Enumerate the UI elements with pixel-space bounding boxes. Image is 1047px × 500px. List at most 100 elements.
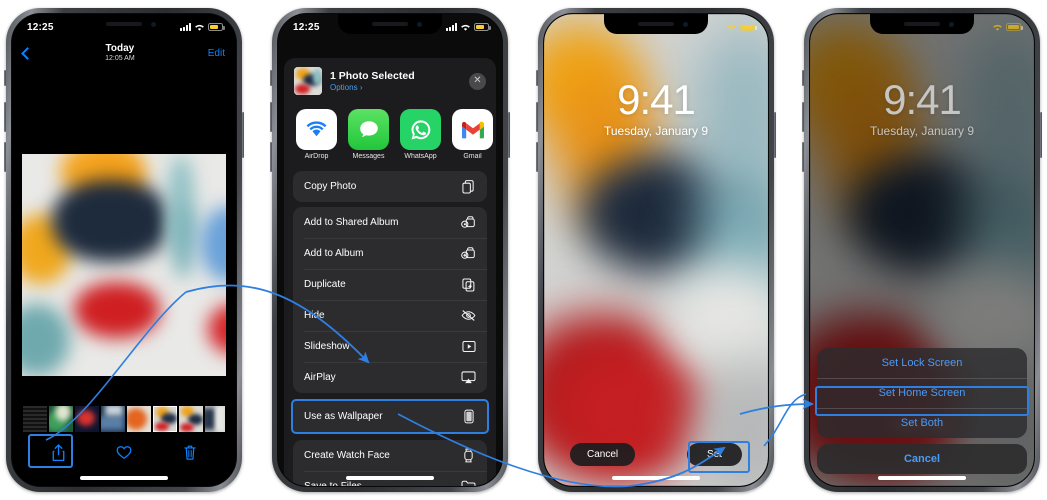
notch [72,14,176,34]
list-item[interactable] [127,406,151,432]
airdrop-icon [296,109,337,150]
menu-item-add-to-album[interactable]: Add to Album [293,238,487,269]
set-button-highlight [688,441,750,473]
notch [338,14,442,34]
action-set-lock-screen[interactable]: Set Lock Screen [817,348,1027,378]
home-indicator [80,476,168,480]
menu-item-label: Duplicate [304,279,346,290]
close-icon[interactable]: ✕ [469,72,486,90]
options-button[interactable]: Options › [330,83,415,92]
share-sheet-header: 1 Photo Selected Options › ✕ [284,58,496,102]
menu-item-copy-photo[interactable]: Copy Photo [293,171,487,202]
shared-album-icon [461,215,476,230]
menu-item-label: Copy Photo [304,181,357,192]
photo-viewer[interactable] [22,154,226,376]
nav-subtitle: 12:05 AM [105,54,135,62]
menu-item-duplicate[interactable]: Duplicate [293,269,487,300]
menu-item-add-to-shared-album[interactable]: Add to Shared Album [293,207,487,238]
share-app-label: WhatsApp [404,153,437,160]
wifi-icon [727,24,736,31]
share-sheet: 1 Photo Selected Options › ✕ AirDrop Mes… [284,58,496,486]
whatsapp-icon [400,109,441,150]
folder-icon [461,479,476,486]
notch [870,14,974,34]
list-item[interactable] [23,406,47,432]
phone-1-photos-app: 12:25 Today 12:05 AM Edit [4,8,244,492]
watch-icon [461,448,476,463]
slideshow-icon [461,339,476,354]
lock-screen-time: 9:41 [883,76,962,123]
lock-screen-date: Tuesday, January 9 [603,124,709,138]
cancel-button[interactable]: Cancel [570,443,636,466]
menu-item-label: AirPlay [304,372,336,383]
share-app-label: Gmail [463,153,482,160]
battery-low-power-icon [1006,23,1023,31]
menu-item-label: Create Watch Face [304,450,390,461]
delete-button[interactable] [183,444,197,466]
list-item[interactable] [101,406,125,432]
lock-screen-date: Tuesday, January 9 [869,124,975,138]
share-app-label: AirDrop [304,153,329,160]
gmail-icon [452,109,493,150]
home-indicator [878,476,966,480]
action-cancel[interactable]: Cancel [817,444,1027,474]
avatar [294,67,322,95]
home-indicator [346,476,434,480]
chevron-right-icon: › [359,83,363,92]
share-menu-group-1: Copy Photo [293,171,487,202]
edit-button[interactable]: Edit [208,48,225,59]
menu-item-label: Add to Shared Album [304,217,399,228]
battery-low-power-icon [474,23,491,31]
add-album-icon [461,246,476,261]
cellular-bars-icon [446,23,457,31]
battery-low-power-icon [208,23,225,31]
menu-item-hide[interactable]: Hide [293,300,487,331]
share-app-label: Messages [352,153,385,160]
trash-icon [184,445,196,460]
photos-nav-bar: Today 12:05 AM Edit [12,36,236,70]
wifi-icon [993,24,1002,31]
heart-icon [117,446,132,459]
page-title: Today 12:05 AM [105,43,135,63]
menu-item-airplay[interactable]: AirPlay [293,362,487,393]
share-menu-group-wallpaper: Use as Wallpaper [291,399,489,434]
menu-item-use-as-wallpaper[interactable]: Use as Wallpaper [293,401,487,432]
list-item-selected[interactable] [153,406,177,432]
phone-3-wallpaper-preview: 9:41 Tuesday, January 9 Cancel Set [536,8,776,492]
share-app-whatsapp[interactable]: WhatsApp [400,109,441,160]
chevron-left-icon[interactable] [21,46,34,60]
home-indicator [612,476,700,480]
duplicate-icon [461,277,476,292]
menu-item-label: Hide [304,310,325,321]
menu-item-label: Slideshow [304,341,350,352]
phone-4-set-options: 9:41 Tuesday, January 9 Move & Scale Set… [802,8,1042,492]
menu-item-slideshow[interactable]: Slideshow [293,331,487,362]
messages-icon [348,109,389,150]
share-app-gmail[interactable]: Gmail [452,109,493,160]
share-menu-group-2: Add to Shared Album Add to Album Duplica… [293,207,487,393]
wallpaper-icon [461,409,476,424]
set-both-highlight [815,386,1029,416]
list-item[interactable] [179,406,203,432]
copy-icon [461,179,476,194]
share-app-airdrop[interactable]: AirDrop [296,109,337,160]
nav-title: Today [105,43,135,55]
battery-low-power-icon [740,23,757,31]
share-app-messages[interactable]: Messages [348,109,389,160]
list-item[interactable] [205,406,225,432]
list-item[interactable] [75,406,99,432]
background-nav-title [278,40,502,50]
list-item[interactable] [49,406,73,432]
status-time: 12:25 [27,21,54,33]
lock-screen-time: 9:41 [617,76,696,123]
share-app-row[interactable]: AirDrop Messages WhatsApp Gmail [284,102,496,166]
screenshot-stage: 12:25 Today 12:05 AM Edit 12:25 1 Photo … [0,0,1047,500]
share-button-highlight [28,434,73,468]
status-time: 12:25 [293,21,320,33]
photo-thumbnail-strip[interactable] [23,406,225,432]
wifi-icon [461,24,470,31]
share-sheet-title: 1 Photo Selected [330,70,415,82]
menu-item-create-watch-face[interactable]: Create Watch Face [293,440,487,471]
favorite-button[interactable] [116,445,132,465]
notch [604,14,708,34]
